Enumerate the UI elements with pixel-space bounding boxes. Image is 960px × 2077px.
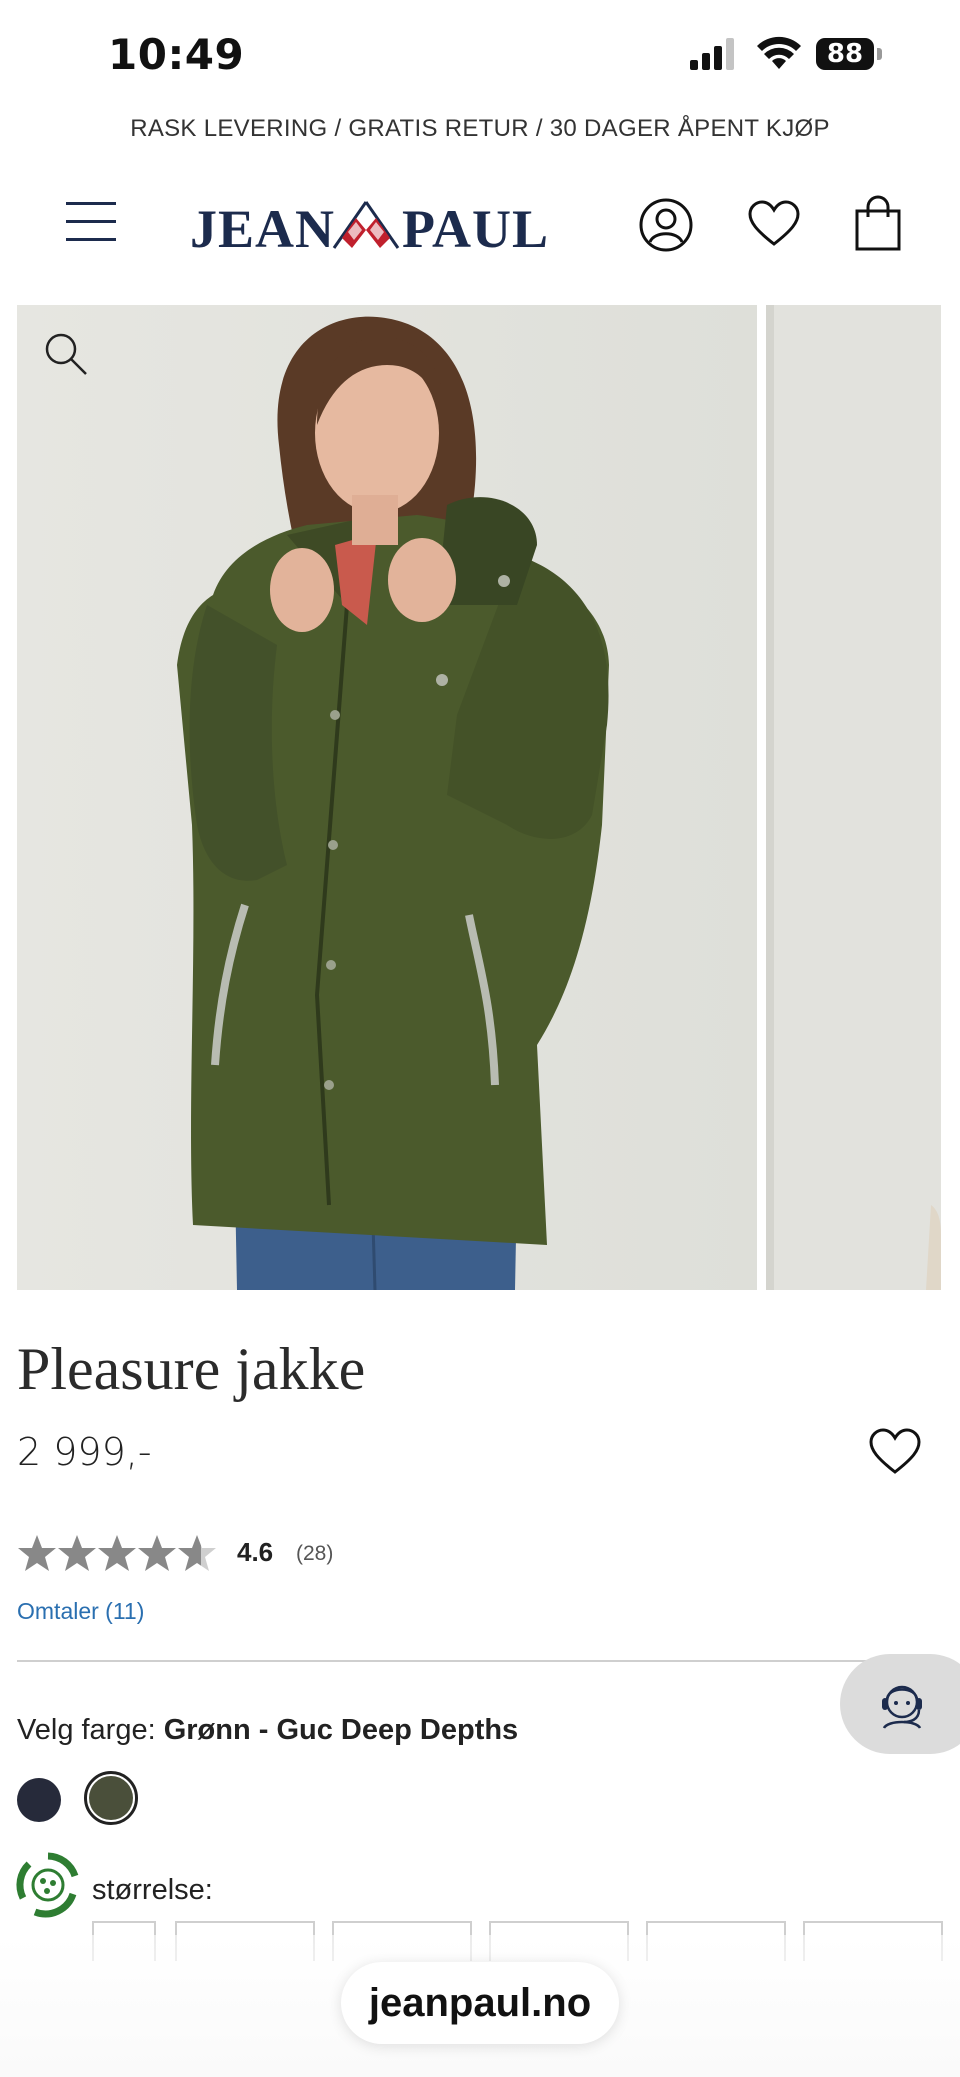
wifi-icon xyxy=(757,36,801,69)
sustainability-badge-icon[interactable] xyxy=(15,1852,81,1918)
brand-logo[interactable]: JEAN PAUL xyxy=(190,192,548,259)
cellular-signal-icon xyxy=(690,38,734,70)
search-zoom-icon[interactable] xyxy=(44,332,88,376)
rating-count: (28) xyxy=(296,1542,334,1565)
status-time: 10:49 xyxy=(108,30,245,79)
rating-stars[interactable] xyxy=(17,1533,222,1575)
hamburger-menu-icon[interactable] xyxy=(66,200,118,244)
product-photo-next xyxy=(766,305,941,1290)
logo-text-left: JEAN xyxy=(190,199,336,259)
product-image-main[interactable] xyxy=(17,305,757,1290)
star-half-icon xyxy=(178,1535,216,1571)
reviews-link[interactable]: Omtaler (11) xyxy=(17,1598,144,1625)
flags-logo-icon xyxy=(332,201,400,249)
browser-url-bar[interactable]: jeanpaul.no xyxy=(341,1962,619,2044)
star-icon xyxy=(18,1535,56,1571)
heart-icon[interactable] xyxy=(748,200,800,248)
shopping-bag-icon[interactable] xyxy=(855,195,901,251)
star-icon xyxy=(98,1535,136,1571)
add-to-wishlist-heart-icon[interactable] xyxy=(868,1428,922,1476)
color-swatch-navy[interactable] xyxy=(17,1778,61,1822)
product-image-next[interactable] xyxy=(766,305,941,1290)
size-selector-label: størrelse: xyxy=(92,1874,213,1906)
promo-banner[interactable]: RASK LEVERING / GRATIS RETUR / 30 DAGER … xyxy=(0,115,960,143)
selected-color-name: Grønn - Guc Deep Depths xyxy=(163,1714,519,1746)
user-icon[interactable] xyxy=(638,197,694,253)
customer-support-button[interactable] xyxy=(840,1654,960,1754)
star-icon xyxy=(138,1535,176,1571)
battery-tip xyxy=(877,48,882,60)
battery-indicator: 88 xyxy=(816,38,874,70)
support-agent-icon xyxy=(882,1685,922,1729)
logo-text-right: PAUL xyxy=(402,199,549,259)
product-photo xyxy=(17,305,757,1290)
product-price: 2 999,- xyxy=(17,1430,152,1474)
rating-value: 4.6 xyxy=(237,1537,274,1567)
divider xyxy=(17,1660,877,1662)
color-swatch-green[interactable] xyxy=(89,1776,133,1820)
color-label-text: Velg farge: xyxy=(17,1714,164,1746)
star-icon xyxy=(58,1535,96,1571)
product-title: Pleasure jakke xyxy=(17,1336,366,1402)
color-selector-label: Velg farge: Grønn - Guc Deep Depths xyxy=(17,1714,518,1747)
